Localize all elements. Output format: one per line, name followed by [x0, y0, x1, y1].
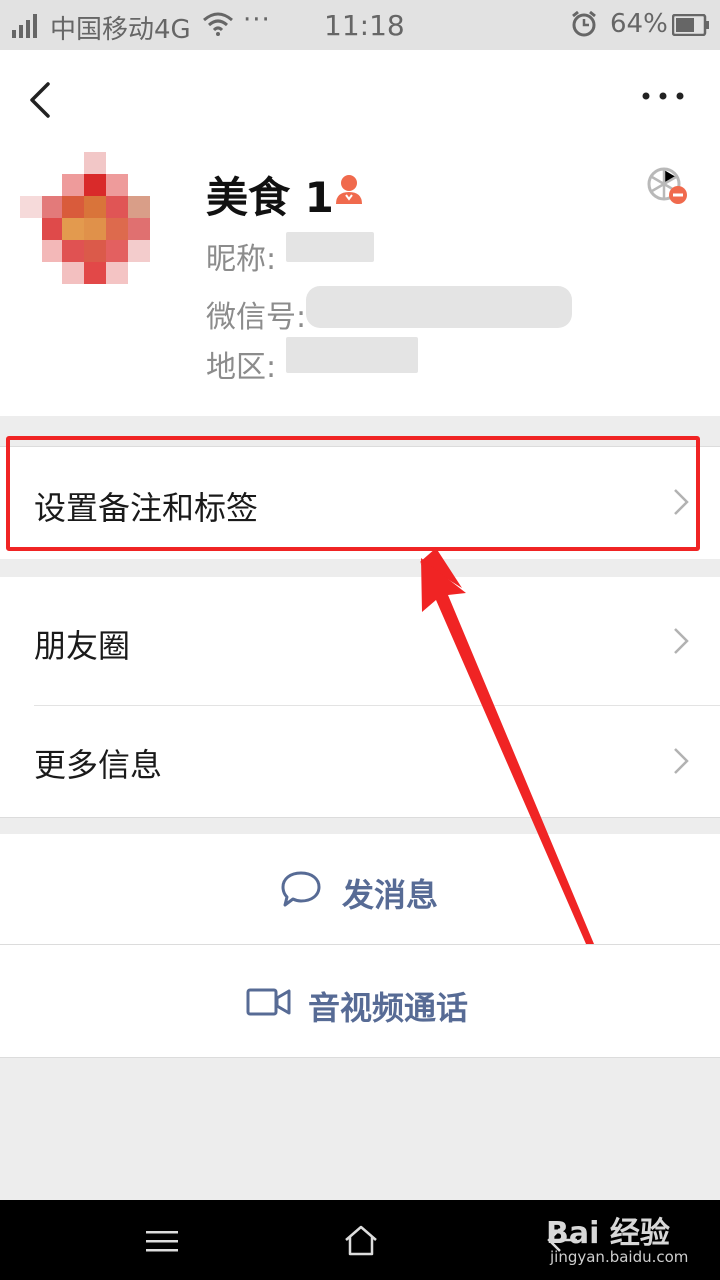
highlight-box: [6, 436, 700, 551]
region-label: 地区:: [206, 350, 277, 385]
nickname-value-blurred: [286, 232, 374, 262]
home-icon[interactable]: [343, 1224, 379, 1256]
nickname-label: 昵称:: [206, 242, 277, 277]
watermark-url: jingyan.baidu.com: [550, 1248, 689, 1266]
star-friend-icon[interactable]: [646, 166, 690, 206]
divider: [0, 1057, 720, 1058]
send-message-button[interactable]: 发消息: [0, 834, 720, 944]
wechat-id-value-blurred: [306, 286, 572, 328]
chevron-right-icon: [674, 628, 689, 654]
baidu-watermark: Bai 经验 jingyan.baidu.com: [546, 1208, 688, 1266]
divider: [0, 817, 720, 818]
notification-dots: ···: [243, 5, 271, 35]
more-info-row-label: 更多信息: [34, 746, 163, 784]
chat-bubble-icon: [281, 871, 321, 907]
chevron-left-icon[interactable]: [24, 80, 56, 120]
moments-row-label: 朋友圈: [34, 627, 131, 665]
chevron-right-icon: [674, 748, 689, 774]
menu-icon[interactable]: [146, 1230, 178, 1252]
watermark-brand: Bai 经验: [546, 1216, 670, 1251]
more-info-row[interactable]: 更多信息: [0, 706, 720, 817]
more-dots-icon[interactable]: [640, 86, 686, 106]
female-icon: [336, 175, 362, 204]
video-camera-icon: [246, 988, 291, 1016]
wechat-id-label: 微信号:: [206, 300, 307, 335]
battery-icon: [672, 14, 709, 36]
contact-name: 美食 1: [206, 173, 334, 222]
battery-percent: 64%: [610, 9, 668, 39]
status-time: 11:18: [324, 9, 405, 42]
signal-icon: [12, 14, 37, 38]
avatar[interactable]: [20, 152, 180, 290]
alarm-icon: [572, 10, 596, 37]
carrier-label: 中国移动4G: [50, 15, 191, 45]
region-value-blurred: [286, 337, 418, 373]
profile-menu-group: 朋友圈 更多信息: [0, 577, 720, 817]
send-message-label: 发消息: [342, 876, 439, 914]
video-call-label: 音视频通话: [308, 989, 469, 1027]
profile-header: 美食 1 昵称: 微信号: 地区:: [0, 50, 720, 416]
status-bar: 中国移动4G ··· 11:18 64%: [0, 0, 720, 50]
moments-row[interactable]: 朋友圈: [0, 577, 720, 705]
wifi-icon: [203, 12, 233, 36]
video-call-button[interactable]: 音视频通话: [0, 945, 720, 1057]
